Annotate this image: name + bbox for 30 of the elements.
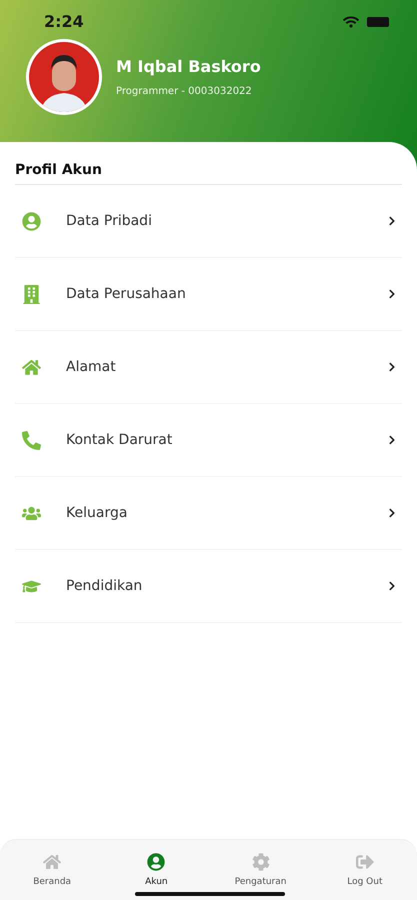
- nav-tab[interactable]: Pengaturan: [216, 853, 306, 887]
- wifi-icon: [343, 14, 359, 30]
- chevron-icon: [387, 216, 397, 226]
- logout-icon: [356, 853, 374, 871]
- menu-item[interactable]: Data Pribadi: [15, 185, 402, 258]
- home-icon: [43, 853, 62, 871]
- person-icon: [147, 853, 166, 871]
- building-icon: [22, 284, 40, 304]
- menu-item[interactable]: Data Perusahaan: [15, 258, 402, 331]
- chevron-icon: [387, 289, 397, 299]
- phone-icon: [22, 430, 40, 450]
- section-title: Profil Akun: [15, 162, 402, 185]
- home-icon: [22, 358, 40, 376]
- menu-item[interactable]: Alamat: [15, 331, 402, 404]
- user-name: M Iqbal Baskoro: [116, 57, 261, 76]
- menu-item[interactable]: Pendidikan: [15, 550, 402, 623]
- user-role: Programmer - 0003032022: [116, 86, 253, 97]
- nav-tab[interactable]: Akun: [111, 853, 202, 887]
- chevron-icon: [387, 581, 397, 591]
- menu-item[interactable]: Keluarga: [15, 477, 402, 550]
- chevron-icon: [387, 435, 397, 445]
- person-icon: [22, 212, 40, 230]
- settings-icon: [252, 853, 270, 871]
- nav-tab[interactable]: Log Out: [320, 853, 410, 887]
- chevron-icon: [387, 362, 397, 372]
- battery-icon: [367, 16, 389, 26]
- menu-item[interactable]: Kontak Darurat: [15, 404, 402, 477]
- chevron-icon: [387, 508, 397, 518]
- status-time: 2:24: [44, 12, 84, 31]
- nav-tab[interactable]: Beranda: [7, 853, 98, 887]
